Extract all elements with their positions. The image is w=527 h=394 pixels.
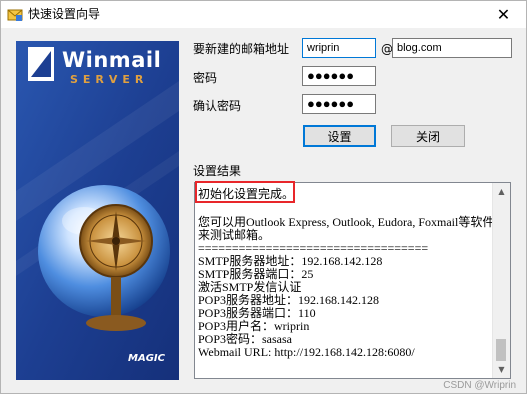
scroll-down-arrow-icon[interactable]: ▼ (493, 361, 510, 378)
setup-result-label: 设置结果 (193, 164, 242, 178)
result-lines: 初始化设置完成。 您可以用Outlook Express, Outlook, E… (198, 186, 494, 359)
setup-result-textarea[interactable]: 初始化设置完成。 您可以用Outlook Express, Outlook, E… (194, 182, 511, 379)
result-scrollbar[interactable]: ▲ ▼ (492, 183, 510, 378)
confirm-password-label: 确认密码 (193, 99, 242, 113)
winmail-logo-text: Winmail (62, 48, 162, 72)
envelope-icon (7, 7, 23, 23)
scroll-up-arrow-icon[interactable]: ▲ (493, 183, 510, 200)
username-input[interactable]: wriprin (302, 38, 376, 58)
setup-button[interactable]: 设置 (303, 125, 376, 147)
domain-input[interactable]: blog.com (392, 38, 512, 58)
email-address-label: 要新建的邮箱地址 (193, 42, 290, 56)
close-icon[interactable]: ✕ (481, 1, 526, 28)
close-button[interactable]: 关闭 (391, 125, 465, 147)
confirm-password-input[interactable]: ●●●●●● (302, 94, 376, 114)
scroll-thumb[interactable] (496, 339, 506, 361)
highlight-annotation (195, 181, 295, 203)
setup-wizard-window: 快速设置向导 ✕ Winmail SERVER MAGIC 要新建的邮箱地址 w… (0, 0, 527, 394)
magic-logo: MAGIC (128, 353, 165, 364)
window-title: 快速设置向导 (28, 7, 101, 21)
result-line: Webmail URL: http://192.168.142.128:6080… (198, 345, 415, 359)
password-label: 密码 (193, 71, 218, 85)
title-bar: 快速设置向导 ✕ (1, 1, 526, 28)
winmail-banner-image: Winmail SERVER MAGIC (16, 41, 179, 380)
csdn-watermark: CSDN @Wriprin (443, 380, 516, 391)
winmail-logo-subtitle: SERVER (70, 73, 149, 86)
password-input[interactable]: ●●●●●● (302, 66, 376, 86)
